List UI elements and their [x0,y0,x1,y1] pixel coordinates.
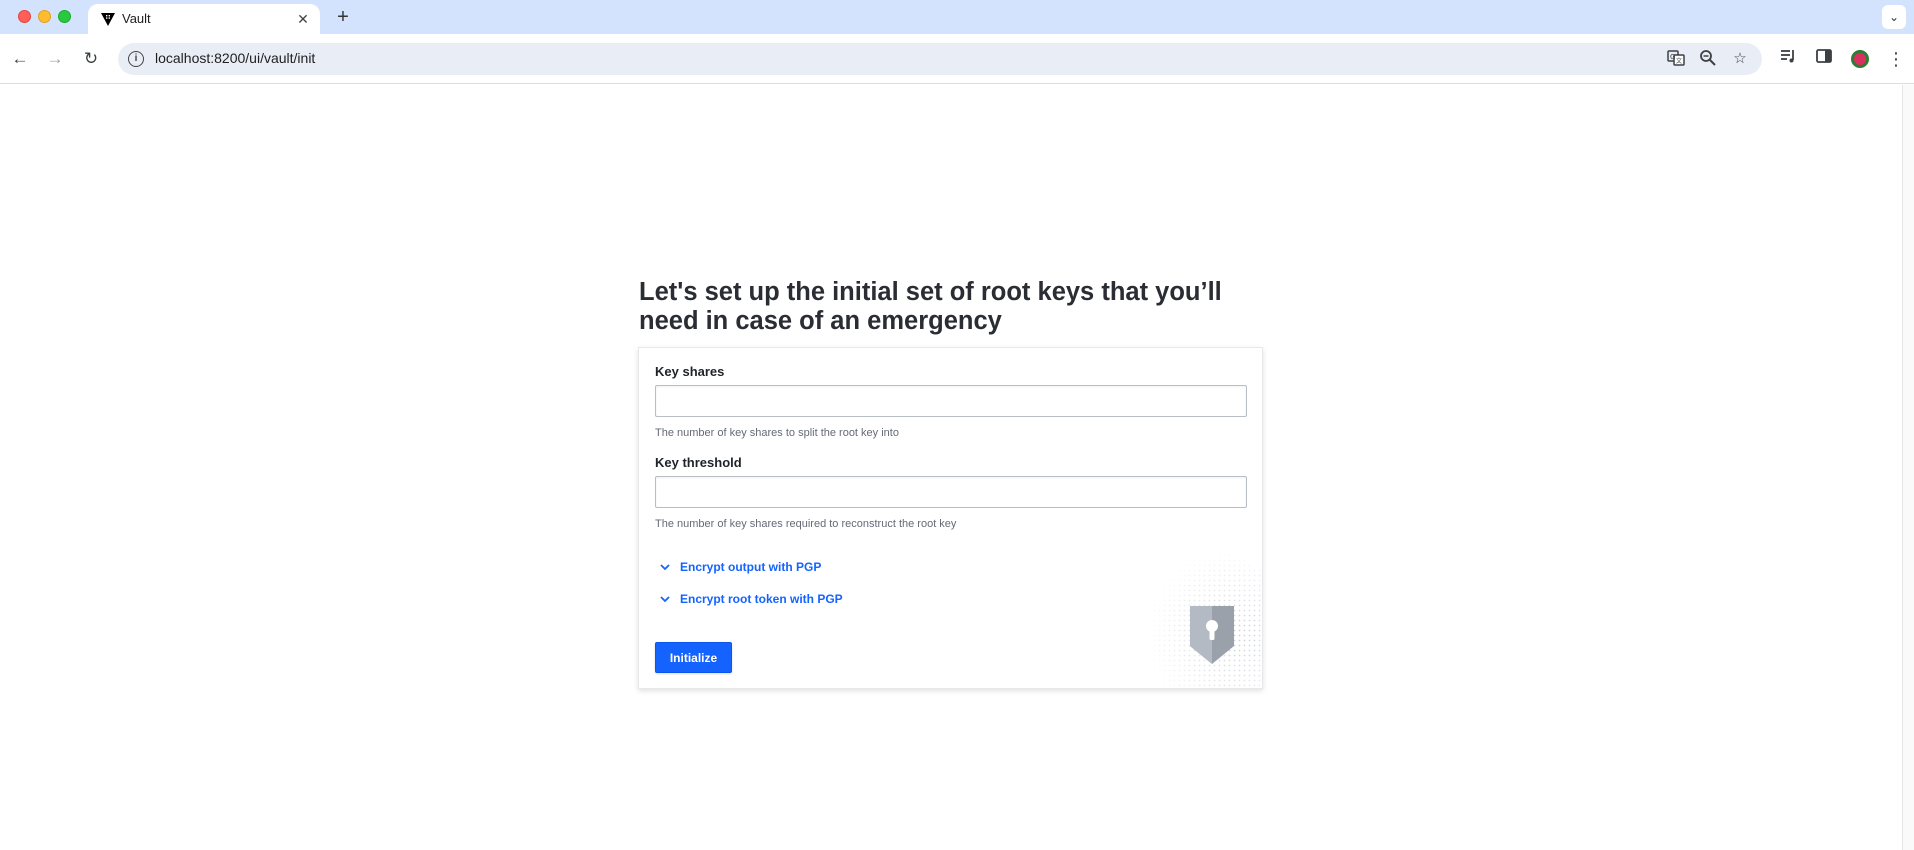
key-shares-help: The number of key shares to split the ro… [655,427,899,439]
new-tab-icon[interactable]: + [332,6,354,28]
page-scrollbar[interactable] [1902,85,1914,850]
browser-tab-vault[interactable]: Vault ✕ [88,4,320,34]
info-icon[interactable]: i [128,51,144,67]
media-icon[interactable] [1776,47,1800,71]
zoom-icon[interactable] [1698,49,1718,69]
key-threshold-input[interactable] [655,476,1247,508]
more-icon[interactable]: ⋮ [1884,47,1908,71]
chevron-down-icon [660,564,670,571]
initialize-button[interactable]: Initialize [655,642,732,673]
window-minimize-button[interactable] [38,10,51,23]
page-title: Let's set up the initial set of root key… [639,278,1222,335]
shield-keyhole-icon [1132,548,1262,688]
url-text[interactable]: localhost:8200/ui/vault/init [155,50,315,66]
address-bar[interactable]: i localhost:8200/ui/vault/init G 文 ☆ [118,43,1762,75]
translate-icon[interactable]: G 文 [1666,49,1686,69]
encrypt-root-token-pgp-toggle[interactable]: Encrypt root token with PGP [659,590,843,608]
key-shares-label: Key shares [655,364,725,379]
toggle-label: Encrypt output with PGP [680,560,822,574]
close-tab-icon[interactable]: ✕ [294,10,312,28]
svg-text:文: 文 [1676,57,1682,65]
encrypt-output-pgp-toggle[interactable]: Encrypt output with PGP [659,558,821,576]
back-arrow-icon[interactable]: ← [8,47,32,71]
key-threshold-label: Key threshold [655,455,742,470]
vault-logo-icon [101,13,115,26]
key-threshold-help: The number of key shares required to rec… [655,518,957,530]
reload-icon[interactable]: ↻ [79,47,103,71]
star-icon[interactable]: ☆ [1730,49,1750,69]
forward-arrow-icon[interactable]: → [43,47,67,71]
svg-text:G: G [1670,53,1675,61]
tab-search-chevron-icon[interactable]: ⌄ [1882,5,1906,29]
tab-title: Vault [122,11,151,26]
window-close-button[interactable] [18,10,31,23]
window-maximize-button[interactable] [58,10,71,23]
side-panel-icon[interactable] [1812,47,1836,71]
browser-tab-strip: Vault ✕ + ⌄ [0,0,1914,34]
init-form-card: Key shares The number of key shares to s… [638,347,1263,689]
profile-avatar[interactable] [1848,47,1872,71]
toggle-label: Encrypt root token with PGP [680,592,843,606]
chevron-down-icon [660,596,670,603]
browser-toolbar: ← → ↻ i localhost:8200/ui/vault/init G 文… [0,34,1914,84]
key-shares-input[interactable] [655,385,1247,417]
